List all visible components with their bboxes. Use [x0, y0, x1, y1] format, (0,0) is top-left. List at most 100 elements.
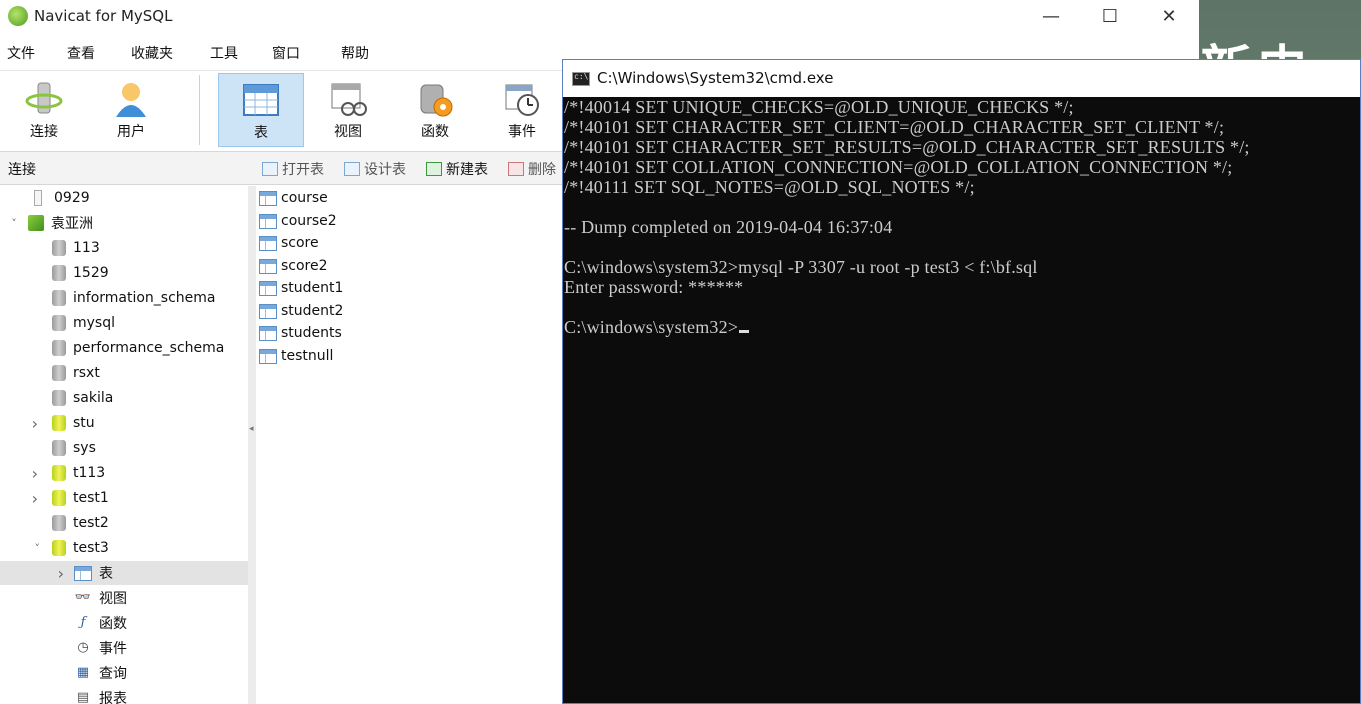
table-item[interactable]: students: [259, 322, 342, 344]
open-table-icon: [262, 162, 278, 176]
toolbar-label: 事件: [508, 124, 536, 140]
table-item[interactable]: course2: [259, 210, 337, 232]
tree-item-database[interactable]: sys: [0, 436, 248, 460]
database-closed-icon: [52, 390, 66, 406]
tree-item-label: test1: [73, 490, 109, 506]
tree-item-label: 报表: [99, 691, 127, 704]
database-open-icon: [52, 490, 66, 506]
design-table-button[interactable]: 设计表: [344, 159, 406, 179]
table-icon: [259, 348, 277, 364]
tree-item-views[interactable]: 👓 视图: [0, 586, 248, 610]
panel-splitter[interactable]: ◂: [248, 186, 256, 704]
open-table-button[interactable]: 打开表: [262, 159, 324, 179]
new-table-label: 新建表: [446, 162, 488, 178]
design-table-label: 设计表: [364, 162, 406, 178]
tree-item-queries[interactable]: ▦ 查询: [0, 661, 248, 685]
console-output[interactable]: /*!40014 SET UNIQUE_CHECKS=@OLD_UNIQUE_C…: [563, 97, 1360, 703]
table-name: score: [281, 235, 319, 251]
tree-item-database[interactable]: performance_schema: [0, 336, 248, 360]
tree-item-label: t113: [73, 465, 106, 481]
tree-item-0929[interactable]: 0929: [0, 186, 248, 210]
tree-item-database[interactable]: sakila: [0, 386, 248, 410]
delete-table-button[interactable]: 删除: [508, 159, 556, 179]
collapse-chevron-icon[interactable]: ˅: [0, 542, 52, 555]
toolbar-function-button[interactable]: 函数: [392, 73, 478, 147]
tree-item-reports[interactable]: ▤ 报表: [0, 686, 248, 704]
tree-item-events[interactable]: ◷ 事件: [0, 636, 248, 660]
toolbar-label: 用户: [117, 124, 145, 140]
expand-chevron-icon[interactable]: ›: [0, 489, 52, 508]
tree-item-database[interactable]: › t113: [0, 461, 248, 485]
navicat-titlebar[interactable]: Navicat for MySQL — ☐ ✕: [0, 0, 1199, 34]
tree-item-database[interactable]: rsxt: [0, 361, 248, 385]
console-line: /*!40014 SET UNIQUE_CHECKS=@OLD_UNIQUE_C…: [564, 97, 1074, 117]
collapse-chevron-icon[interactable]: ˅: [0, 217, 28, 230]
table-item[interactable]: student1: [259, 277, 343, 299]
toolbar-user-button[interactable]: 用户: [88, 73, 174, 147]
tree-item-database[interactable]: › stu: [0, 411, 248, 435]
table-name: student1: [281, 280, 344, 296]
tree-item-connection[interactable]: ˅ 袁亚洲: [0, 211, 248, 235]
tables-icon: [74, 565, 92, 581]
menu-favorites[interactable]: 收藏夹: [131, 43, 173, 63]
tree-item-database[interactable]: 1529: [0, 261, 248, 285]
menu-view[interactable]: 查看: [67, 43, 95, 63]
console-line: /*!40111 SET SQL_NOTES=@OLD_SQL_NOTES */…: [564, 177, 975, 197]
tree-item-label: 函数: [99, 616, 127, 632]
tree-item-label: performance_schema: [73, 340, 225, 356]
tree-item-tables[interactable]: › 表: [0, 561, 248, 585]
menu-help[interactable]: 帮助: [341, 43, 369, 63]
delete-table-label: 删除: [528, 162, 556, 178]
tree-item-database[interactable]: ˅ test3: [0, 536, 248, 560]
database-closed-icon: [52, 340, 66, 356]
toolbar-label: 连接: [30, 124, 58, 140]
table-item[interactable]: student2: [259, 300, 343, 322]
tree-item-database[interactable]: information_schema: [0, 286, 248, 310]
close-button[interactable]: ✕: [1139, 0, 1199, 32]
table-item[interactable]: testnull: [259, 345, 333, 367]
tree-item-database[interactable]: › test1: [0, 486, 248, 510]
window-title: Navicat for MySQL: [34, 7, 173, 25]
minimize-button[interactable]: —: [1021, 0, 1081, 32]
table-item[interactable]: score: [259, 232, 319, 254]
expand-chevron-icon[interactable]: ›: [0, 464, 52, 483]
tree-item-database[interactable]: 113: [0, 236, 248, 260]
table-icon: [259, 280, 277, 296]
menu-tools[interactable]: 工具: [210, 43, 238, 63]
navicat-logo-icon: [8, 6, 28, 26]
menu-window[interactable]: 窗口: [272, 43, 300, 63]
toolbar-event-button[interactable]: 事件: [479, 73, 565, 147]
toolbar-connection-button[interactable]: 连接: [1, 73, 87, 147]
toolbar-label: 视图: [334, 124, 362, 140]
toolbar-label: 表: [254, 125, 268, 141]
tree-item-label: sys: [73, 440, 96, 456]
table-name: course2: [281, 213, 337, 229]
cmd-titlebar[interactable]: C:\Windows\System32\cmd.exe: [563, 60, 1360, 97]
maximize-button[interactable]: ☐: [1080, 0, 1140, 32]
menu-file[interactable]: 文件: [7, 43, 35, 63]
tree-item-label: 113: [73, 240, 100, 256]
database-closed-icon: [52, 515, 66, 531]
report-icon: ▤: [76, 690, 90, 704]
expand-chevron-icon[interactable]: ›: [0, 414, 52, 433]
tree-item-functions[interactable]: ƒ 函数: [0, 611, 248, 635]
tree-item-label: mysql: [73, 315, 115, 331]
tree-item-database[interactable]: mysql: [0, 311, 248, 335]
table-icon: [243, 84, 279, 116]
connection-active-icon: [28, 215, 44, 231]
cmd-window[interactable]: C:\Windows\System32\cmd.exe /*!40014 SET…: [562, 59, 1361, 704]
new-table-button[interactable]: 新建表: [426, 159, 488, 179]
table-icon: [259, 258, 277, 274]
table-item[interactable]: course: [259, 187, 328, 209]
tree-item-label: test2: [73, 515, 109, 531]
toolbar-table-button[interactable]: 表: [218, 73, 304, 147]
database-open-icon: [52, 415, 66, 431]
connection-icon: [25, 82, 63, 114]
table-item[interactable]: score2: [259, 255, 328, 277]
toolbar-view-button[interactable]: 视图: [305, 73, 391, 147]
tree-item-label: test3: [73, 540, 109, 556]
expand-chevron-icon[interactable]: ›: [0, 564, 74, 583]
tree-item-label: 表: [99, 566, 113, 582]
console-prompt-line[interactable]: C:\windows\system32>: [564, 317, 750, 337]
tree-item-database[interactable]: test2: [0, 511, 248, 535]
